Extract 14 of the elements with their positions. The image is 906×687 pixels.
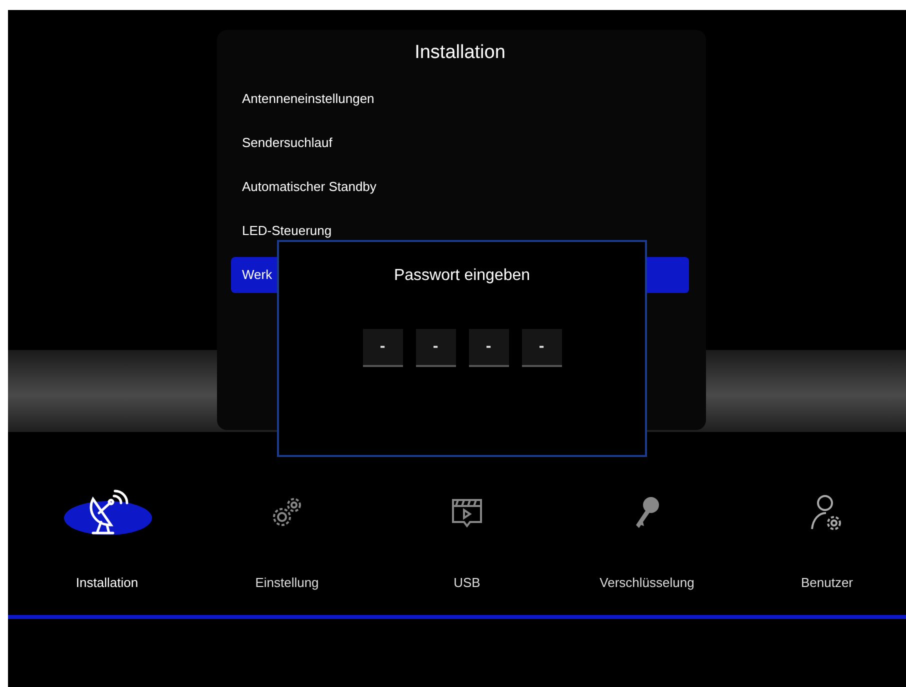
pin-digit-field[interactable]: -: [522, 329, 562, 367]
pin-digit-field[interactable]: -: [468, 329, 508, 367]
nav-tab[interactable]: Installation: [76, 575, 138, 590]
dialog-title: Passwort eingeben: [394, 267, 530, 285]
nav-tab[interactable]: Verschlüsselung: [600, 575, 694, 590]
menu-item[interactable]: Automatischer Standby: [231, 169, 689, 205]
menu-item[interactable]: Antenneneinstellungen: [231, 81, 689, 117]
pin-digit-field[interactable]: -: [416, 329, 456, 367]
nav-tab[interactable]: Einstellung: [255, 575, 319, 590]
pin-digit-field[interactable]: -: [362, 329, 402, 367]
menu-item[interactable]: Sendersuchlauf: [231, 125, 689, 161]
nav-tab[interactable]: USB: [454, 575, 480, 590]
menu-title: Installation: [414, 42, 506, 64]
nav-tab[interactable]: Benutzer: [800, 575, 854, 590]
